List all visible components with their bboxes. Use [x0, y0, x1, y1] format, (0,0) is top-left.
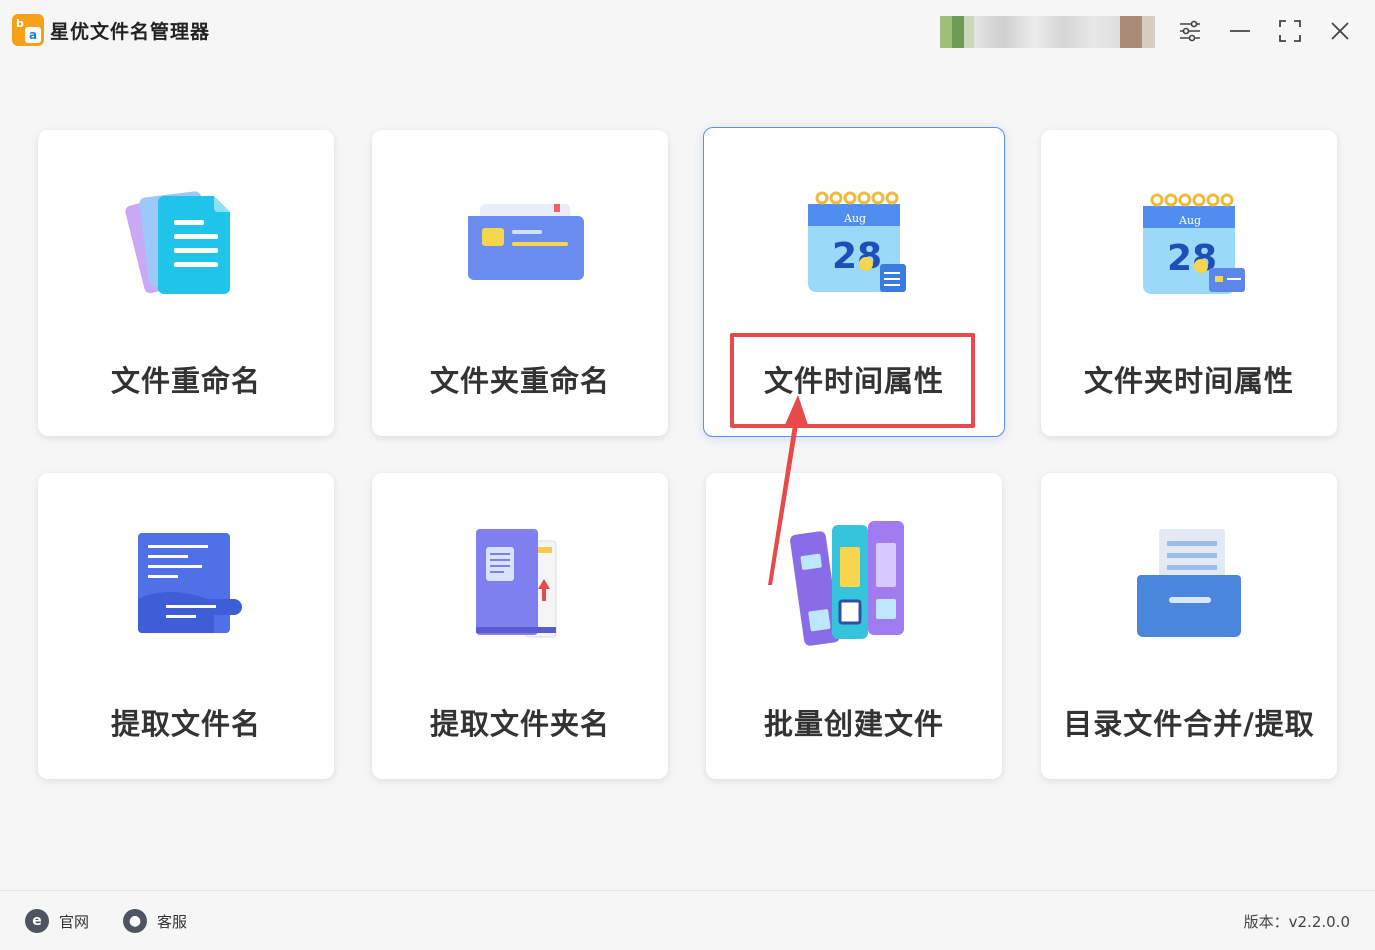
maximize-icon[interactable]: [1275, 16, 1305, 46]
drawer-folder-icon: [1041, 519, 1337, 649]
card-label: 提取文件夹名: [429, 707, 610, 741]
website-link[interactable]: e 官网: [25, 909, 89, 933]
card-folder-rename[interactable]: 文件夹重命名: [372, 130, 668, 436]
calendar-day: 28: [832, 236, 882, 277]
version-text: 版本：v2.2.0.0: [1243, 913, 1350, 931]
calendar-month: Aug: [843, 212, 866, 225]
footer: e 官网 ● 客服 版本：v2.2.0.0: [0, 890, 1375, 950]
card-batch-create-files[interactable]: 批量创建文件: [706, 473, 1002, 779]
binders-icon: [706, 519, 1002, 649]
card-label: 目录文件合并/提取: [1063, 707, 1315, 741]
website-label: 官网: [59, 912, 90, 931]
browser-e-icon: e: [25, 909, 49, 933]
folder-icon: [372, 176, 668, 306]
logo-letter-a: a: [25, 27, 41, 43]
card-folder-time-attributes[interactable]: Aug 28 文件夹时间属性: [1041, 130, 1337, 436]
document-icon: [38, 176, 334, 306]
support-link[interactable]: ● 客服: [123, 909, 187, 933]
card-label: 文件重命名: [110, 364, 261, 398]
title-bar: b a 星优文件名管理器: [0, 0, 1375, 62]
card-label: 提取文件名: [110, 707, 261, 741]
card-directory-merge-extract[interactable]: 目录文件合并/提取: [1041, 473, 1337, 779]
support-label: 客服: [157, 912, 188, 931]
card-label: 文件夹重命名: [429, 364, 610, 398]
user-avatar-blurred[interactable]: [940, 16, 1155, 48]
logo-letter-b: b: [16, 17, 24, 30]
calendar-month: Aug: [1178, 214, 1201, 227]
card-label: 批量创建文件: [763, 707, 944, 741]
app-logo: b a: [12, 14, 44, 46]
card-label: 文件夹时间属性: [1083, 364, 1294, 398]
scroll-icon: [38, 519, 334, 649]
card-extract-folder-names[interactable]: 提取文件夹名: [372, 473, 668, 779]
settings-sliders-icon[interactable]: [1175, 16, 1205, 46]
calendar-document-icon: Aug 28: [704, 174, 1004, 304]
app-title: 星优文件名管理器: [50, 21, 211, 43]
book-folder-icon: [372, 519, 668, 649]
card-file-rename[interactable]: 文件重命名: [38, 130, 334, 436]
minimize-icon[interactable]: [1225, 16, 1255, 46]
calendar-folder-icon: Aug 28: [1041, 176, 1337, 306]
chat-bubble-icon: ●: [123, 909, 147, 933]
annotation-arrow-icon: [768, 395, 808, 585]
card-extract-file-names[interactable]: 提取文件名: [38, 473, 334, 779]
close-icon[interactable]: [1325, 16, 1355, 46]
